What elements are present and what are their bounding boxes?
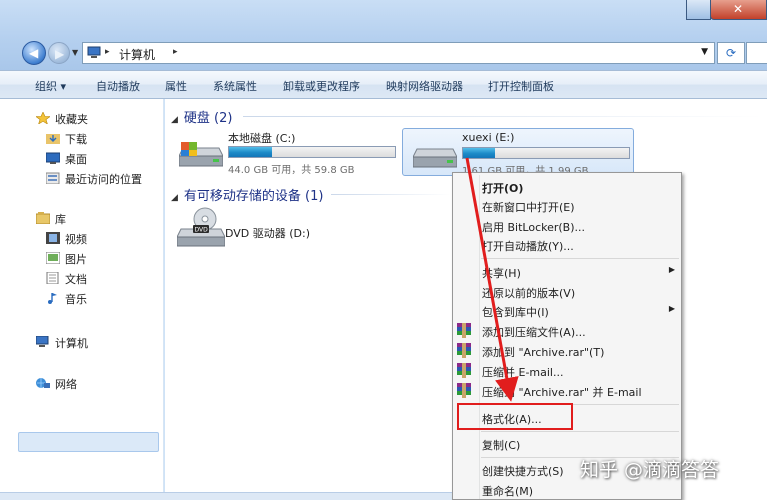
organize-button[interactable]: 组织 ▾ (35, 78, 66, 94)
drive-e[interactable]: xuexi (E:) 1.61 GB 可用，共 1.99 GB (402, 128, 634, 177)
breadcrumb-chevron-icon[interactable]: ▸ (105, 47, 110, 57)
menu-item-copy[interactable]: 复制(C) (482, 434, 677, 454)
submenu-arrow-icon: ▶ (668, 265, 675, 274)
breadcrumb-chevron-icon[interactable]: ▸ (173, 47, 178, 57)
map-network-drive-button[interactable]: 映射网络驱动器 (386, 78, 463, 94)
network-icon (36, 378, 50, 388)
properties-button[interactable]: 属性 (165, 78, 187, 94)
menu-separator (481, 258, 679, 259)
hard-disk-icon (413, 148, 457, 168)
drive-usage-bar (462, 147, 630, 159)
group-header-hdd[interactable]: ◢ 硬盘 (2) (171, 107, 232, 126)
drive-usage-bar (228, 146, 396, 158)
drive-usage-fill (229, 147, 273, 157)
menu-item-restore-versions[interactable]: 还原以前的版本(V) (482, 282, 677, 302)
close-button[interactable]: ✕ (710, 0, 767, 20)
close-icon: ✕ (733, 2, 744, 16)
submenu-arrow-icon: ▶ (668, 304, 675, 313)
open-control-panel-button[interactable]: 打开控制面板 (488, 78, 554, 94)
desktop-icon (46, 152, 60, 164)
computer-icon (36, 336, 49, 347)
uninstall-program-button[interactable]: 卸载或更改程序 (283, 78, 360, 94)
pictures-icon (46, 252, 60, 264)
winrar-icon (457, 343, 471, 358)
menu-item-add-rar[interactable]: 添加到 "Archive.rar"(T) (482, 341, 677, 361)
annotation-highlight-box (457, 403, 573, 430)
documents-icon (46, 272, 59, 284)
refresh-button[interactable]: ⟳ (717, 42, 745, 64)
forward-button[interactable]: ▶ (48, 42, 70, 64)
drive-dvd[interactable]: DVD DVD 驱动器 (D:) (177, 207, 477, 247)
drive-usage-fill (463, 148, 495, 158)
collapse-triangle-icon[interactable]: ◢ (171, 115, 178, 125)
winrar-icon (457, 363, 471, 378)
drive-name: 本地磁盘 (C:) (228, 132, 296, 145)
menu-item-open[interactable]: 打开(O) (482, 177, 677, 197)
back-arrow-icon: ◀ (29, 46, 39, 60)
nav-selection-highlight (18, 432, 159, 452)
menu-item-zip-rar-email[interactable]: 压缩到 "Archive.rar" 并 E-mail (482, 381, 677, 401)
menu-item-rename[interactable]: 重命名(M) (482, 480, 677, 500)
recent-places-icon (46, 172, 60, 184)
address-bar[interactable]: ▸ 计算机 ▸ ▼ (82, 42, 715, 64)
winrar-icon (457, 383, 471, 398)
menu-item-add-archive[interactable]: 添加到压缩文件(A)... (482, 321, 677, 341)
star-icon (36, 112, 50, 124)
computer-icon (87, 46, 101, 58)
group-divider (243, 116, 763, 117)
command-bar: 组织 ▾ 自动播放 属性 系统属性 卸载或更改程序 映射网络驱动器 打开控制面板 (0, 70, 767, 99)
group-divider (331, 194, 451, 195)
address-dropdown-icon[interactable]: ▼ (701, 47, 708, 57)
status-bar (0, 492, 452, 500)
menu-item-share[interactable]: 共享(H) ▶ (482, 262, 677, 282)
music-note-icon (48, 293, 57, 304)
collapse-triangle-icon[interactable]: ◢ (171, 193, 178, 203)
hard-disk-icon (179, 142, 223, 167)
libraries-icon (36, 212, 50, 224)
search-input[interactable] (746, 42, 767, 64)
autoplay-button[interactable]: 自动播放 (96, 78, 140, 94)
menu-separator (481, 431, 679, 432)
menu-icon-gutter (479, 175, 480, 499)
menu-item-autoplay[interactable]: 打开自动播放(Y)... (482, 235, 677, 255)
forward-arrow-icon: ▶ (55, 47, 65, 61)
context-menu: 打开(O) 在新窗口中打开(E) 启用 BitLocker(B)... 打开自动… (452, 172, 682, 500)
refresh-icon: ⟳ (725, 46, 737, 60)
back-button[interactable]: ◀ (22, 41, 46, 65)
window-chrome: ✕ ◀ ▶ ▼ ▸ 计算机 ▸ ▼ ⟳ (0, 0, 767, 70)
menu-item-bitlocker[interactable]: 启用 BitLocker(B)... (482, 216, 677, 236)
maximize-button[interactable] (686, 0, 711, 20)
videos-icon (46, 232, 60, 244)
group-header-removable[interactable]: ◢ 有可移动存储的设备 (1) (171, 185, 323, 204)
system-properties-button[interactable]: 系统属性 (213, 78, 257, 94)
drive-space-info: 44.0 GB 可用，共 59.8 GB (228, 165, 355, 176)
dvd-drive-icon: DVD (177, 207, 225, 247)
breadcrumb-computer[interactable]: 计算机 (119, 46, 155, 63)
downloads-folder-icon (46, 134, 60, 144)
menu-item-include-library[interactable]: 包含到库中(I) ▶ (482, 301, 677, 321)
watermark-text: 知乎 @滴滴答答 (580, 459, 720, 481)
drive-c[interactable]: 本地磁盘 (C:) 44.0 GB 可用，共 59.8 GB (169, 128, 401, 176)
svg-text:DVD: DVD (195, 227, 209, 234)
drive-name: xuexi (E:) (462, 131, 515, 144)
menu-item-zip-email[interactable]: 压缩并 E-mail... (482, 361, 677, 381)
menu-item-open-new-window[interactable]: 在新窗口中打开(E) (482, 196, 677, 216)
winrar-icon (457, 323, 471, 338)
history-dropdown-icon[interactable]: ▼ (72, 48, 78, 57)
navigation-pane: 收藏夹 下载 桌面 最近访问的位置 库 视频 图片 文档 音乐 计算机 网络 (0, 99, 164, 500)
drive-name: DVD 驱动器 (D:) (225, 227, 311, 240)
